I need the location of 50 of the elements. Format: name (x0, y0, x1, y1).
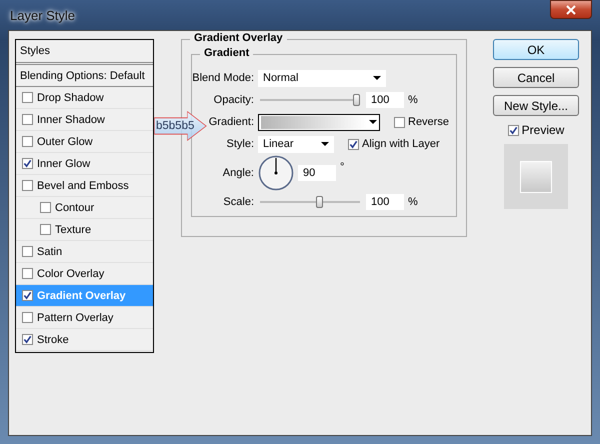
checkbox[interactable] (40, 224, 51, 235)
checkbox[interactable] (508, 124, 519, 136)
dialog-button[interactable]: Cancel (493, 67, 579, 88)
checkbox[interactable] (22, 114, 33, 125)
field-label: Gradient: (208, 116, 254, 128)
unit-label: % (408, 94, 418, 106)
checkbox[interactable] (22, 136, 33, 147)
checkbox-label: Reverse (408, 116, 449, 128)
field-label: Scale: (222, 196, 254, 208)
preview-thumbnail (504, 144, 568, 209)
checkbox-label: Align with Layer (362, 138, 440, 150)
dialog-button[interactable]: OK (493, 39, 579, 60)
dialog-button[interactable]: New Style... (493, 95, 579, 116)
caret-icon (373, 76, 381, 80)
checkbox[interactable] (22, 180, 33, 191)
checkbox[interactable] (22, 334, 33, 345)
style-dropdown[interactable]: Linear (258, 136, 334, 152)
checkbox[interactable] (394, 116, 405, 128)
checkbox[interactable] (348, 138, 359, 150)
field-label: Opacity: (212, 94, 254, 106)
callout-arrow (154, 111, 207, 141)
slider-thumb[interactable] (316, 196, 323, 208)
checkbox-label: Preview (522, 123, 564, 137)
unit-label: ° (340, 161, 344, 173)
window-title: Layer Style (9, 8, 76, 22)
caret-icon (321, 142, 329, 146)
checkbox[interactable] (22, 268, 33, 279)
unit-label: % (408, 196, 418, 208)
group-title: Gradient Overlay (190, 32, 287, 44)
gradient-picker[interactable] (258, 114, 380, 130)
checkbox[interactable] (22, 92, 33, 103)
group-title: Gradient (200, 47, 254, 59)
checkbox[interactable] (22, 158, 33, 169)
checkbox[interactable] (22, 312, 33, 323)
angle-dial[interactable] (258, 155, 294, 191)
opacity-field[interactable]: 100 (366, 92, 404, 108)
field-label: Angle: (222, 167, 254, 179)
angle-field[interactable]: 90 (298, 165, 336, 181)
scale-field[interactable]: 100 (366, 194, 404, 210)
field-label: Style: (225, 138, 254, 150)
slider-thumb[interactable] (353, 94, 360, 106)
checkbox[interactable] (40, 202, 51, 213)
callout-label: b5b5b5 (156, 119, 194, 134)
close-button[interactable] (550, 0, 592, 19)
checkbox[interactable] (22, 290, 33, 301)
caret-icon (369, 120, 377, 124)
checkbox[interactable] (22, 246, 33, 257)
blend-mode-dropdown[interactable]: Normal (258, 70, 386, 86)
field-label: Blend Mode: (192, 72, 254, 84)
close-icon (566, 4, 576, 14)
